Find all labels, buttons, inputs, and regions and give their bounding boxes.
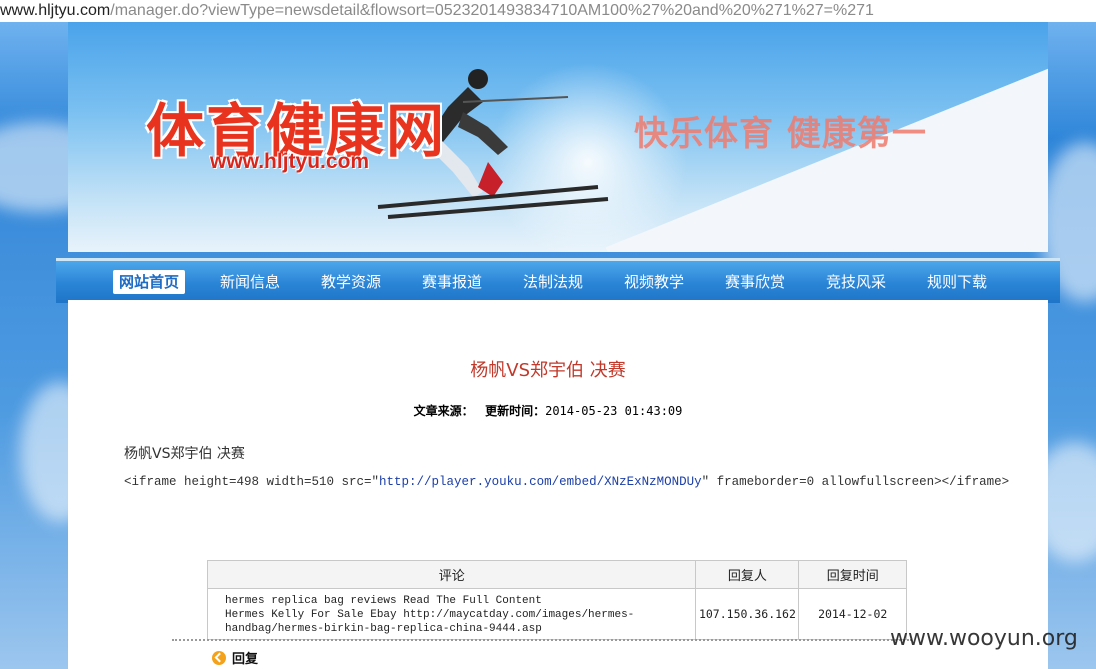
comment-line: handbag/hermes-birkin-bag-replica-china-… <box>225 623 542 635</box>
divider <box>172 639 912 641</box>
code-suffix: " frameborder=0 allowfullscreen></iframe… <box>701 475 1010 489</box>
source-label: 文章来源： <box>413 404 474 418</box>
article-meta: 文章来源： 更新时间：2014-05-23 01:43:09 <box>0 402 1096 419</box>
article-body-title: 杨帆VS郑宇伯 决赛 <box>124 446 245 462</box>
comment-line: hermes replica bag reviews Read The Full… <box>225 595 542 607</box>
code-prefix: <iframe height=498 width=510 src=" <box>124 475 380 489</box>
reply-link[interactable]: 回复 <box>212 648 258 667</box>
updated-value: 2014-05-23 01:43:09 <box>545 404 683 418</box>
watermark: www.wooyun.org <box>890 626 1078 651</box>
header-replier: 回复人 <box>695 560 800 589</box>
comment-text: hermes replica bag reviews Read The Full… <box>206 588 697 640</box>
nav-item-home[interactable]: 网站首页 <box>113 270 186 294</box>
nav-item-reports[interactable]: 赛事报道 <box>422 261 482 303</box>
nav-item-video[interactable]: 视频教学 <box>624 261 684 303</box>
comments-table: 评论 回复人 回复时间 hermes replica bag reviews R… <box>206 560 907 640</box>
address-path: /manager.do?viewType=newsdetail&flowsort… <box>110 2 874 19</box>
nav-item-rules[interactable]: 规则下载 <box>927 261 987 303</box>
code-link[interactable]: http://player.youku.com/embed/XNzExNzMON… <box>379 475 702 489</box>
article-title: 杨帆VS郑宇伯 决赛 <box>470 360 626 381</box>
updated-label: 更新时间： <box>485 404 546 418</box>
address-bar[interactable]: www.hljtyu.com/manager.do?viewType=newsd… <box>0 0 1096 22</box>
banner-slogan: 快乐体育 健康第一 <box>634 114 927 154</box>
comment-replier: 107.150.36.162 <box>695 588 800 640</box>
article-body-code: <iframe height=498 width=510 src="http:/… <box>124 475 1009 489</box>
table-row: hermes replica bag reviews Read The Full… <box>206 588 907 640</box>
nav-item-teaching[interactable]: 教学资源 <box>321 261 381 303</box>
main-nav: 网站首页 新闻信息 教学资源 赛事报道 法制法规 视频教学 赛事欣赏 竞技风采 … <box>56 258 1060 303</box>
address-host: www.hljtyu.com <box>0 2 111 19</box>
header-time: 回复时间 <box>798 560 907 589</box>
site-logo-url: www.hljtyu.com <box>210 150 370 173</box>
header-comment: 评论 <box>206 560 697 589</box>
header-banner: 体育健康网 www.hljtyu.com 快乐体育 健康第一 <box>68 22 1048 252</box>
table-header-row: 评论 回复人 回复时间 <box>206 560 907 589</box>
nav-item-news[interactable]: 新闻信息 <box>220 261 280 303</box>
comment-line: Hermes Kelly For Sale Ebay http://maycat… <box>225 609 635 621</box>
nav-item-laws[interactable]: 法制法规 <box>523 261 583 303</box>
nav-item-athletics[interactable]: 竞技风采 <box>826 261 886 303</box>
reply-icon <box>212 651 226 665</box>
reply-label: 回复 <box>232 652 259 667</box>
nav-item-events[interactable]: 赛事欣赏 <box>725 261 785 303</box>
